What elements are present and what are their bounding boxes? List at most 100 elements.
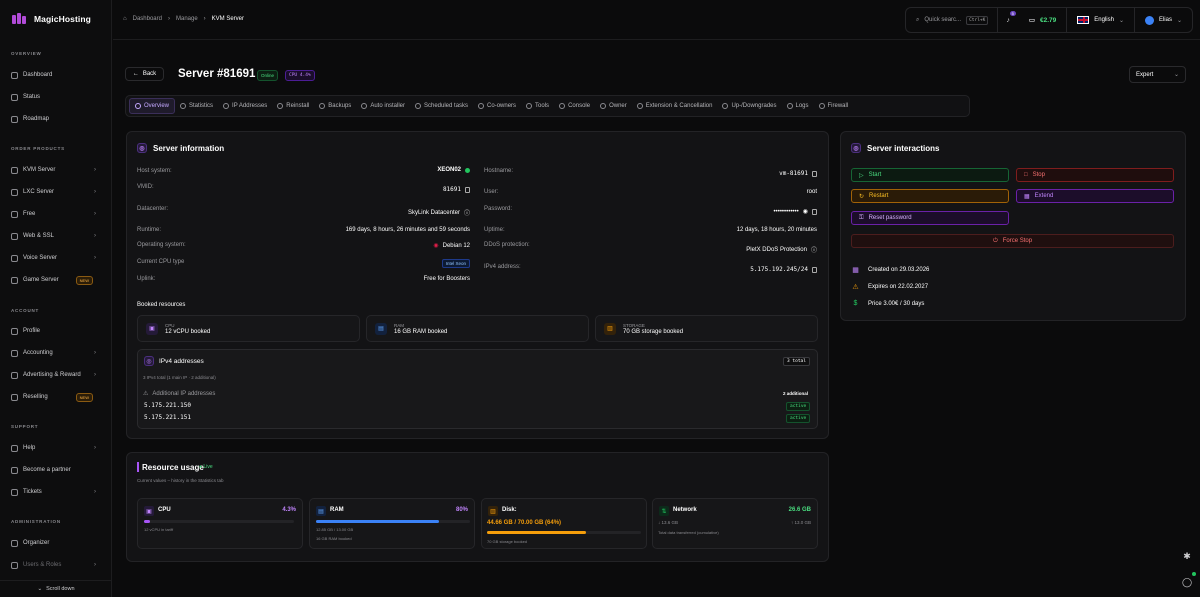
sidebar-item-label: Help [23,445,36,451]
copy-icon[interactable] [812,266,817,273]
copy-icon[interactable] [812,170,817,177]
chevron-down-icon: ⌄ [1173,72,1179,78]
sidebar-item-roadmap[interactable]: Roadmap [6,110,106,128]
tab-statistics[interactable]: Statistics [175,98,218,114]
breadcrumb-current: KVM Server [211,16,245,22]
accessibility-button[interactable]: ✱ [1180,549,1194,563]
sidebar-item-game[interactable]: Game Server NEW [6,271,106,289]
disk-icon: ▥ [488,506,498,516]
balance-value: €2.79 [1040,16,1057,24]
sidebar-item-dashboard[interactable]: Dashboard [6,66,106,84]
hostname-text: vm-81691 [779,170,808,177]
sidebar-item-profile[interactable]: Profile [6,322,106,340]
section-order: ORDER PRODUCTS [11,146,65,151]
vmid-value: 81691 [370,186,470,193]
copy-icon[interactable] [812,208,817,215]
tab-extension[interactable]: Extension & Cancellation [632,98,718,114]
scroll-down-button[interactable]: ⌄ Scroll down [0,580,112,597]
sidebar-item-partner[interactable]: Become a partner [6,461,106,479]
tab-label: Reinstall [286,103,310,109]
sidebar-item-lxc[interactable]: LXC Server › [6,183,106,201]
sidebar-item-kvm[interactable]: KVM Server › [6,161,106,179]
tab-console[interactable]: Console [554,98,595,114]
tab-backups[interactable]: Backups [314,98,356,114]
copy-icon[interactable] [465,186,470,193]
tab-logs[interactable]: Logs [782,98,814,114]
sidebar-item-web[interactable]: Web & SSL › [6,227,106,245]
usage-cpu-value: 4.3% [282,507,296,513]
ip-status-badge: active [786,414,811,423]
booked-storage: ▥ STORAGE 70 GB storage booked [595,315,818,342]
sidebar-item-label: KVM Server [23,167,56,173]
sidebar-item-voice[interactable]: Voice Server › [6,249,106,267]
notifications-button[interactable]: ♪ 5 [998,10,1019,24]
user-menu[interactable]: Elias ⌄ [1135,15,1192,25]
tab-firewall[interactable]: Firewall [814,98,854,114]
usage-cpu: ▣ CPU 4.3% 12 vCPU in tariff [137,498,303,549]
tab-tools[interactable]: Tools [521,98,554,114]
overview-icon [135,103,141,109]
storage-icon: ▥ [604,322,616,335]
sidebar-item-label: Status [23,94,41,100]
logo[interactable]: MagicHosting [12,13,91,24]
sidebar-item-advertising[interactable]: Advertising & Reward › [6,366,106,384]
chat-button[interactable]: ◯ [1180,575,1194,589]
sidebar-item-help[interactable]: Help › [6,439,106,457]
restart-button[interactable]: ↻ Restart [851,189,1009,203]
info-circle-icon[interactable]: ⓘ [464,208,470,217]
sidebar-item-tickets[interactable]: Tickets › [6,483,106,501]
sidebar-item-label: Dashboard [23,72,53,78]
extend-button[interactable]: ▦ Extend [1016,189,1174,203]
sidebar-item-organizer[interactable]: Organizer [6,534,106,552]
sidebar-item-reselling[interactable]: Reselling NEW [6,388,106,406]
info-circle-icon[interactable]: ⓘ [811,245,817,254]
tab-ip-addresses[interactable]: IP Addresses [218,98,272,114]
breadcrumb-dashboard[interactable]: Dashboard [133,16,162,22]
tab-owner[interactable]: Owner [595,98,632,114]
tab-co-owners[interactable]: Co-owners [473,98,521,114]
tab-overview[interactable]: Overview [129,98,176,114]
booked-cpu: ▣ CPU 12 vCPU booked [137,315,360,342]
uplink-value: Free for Boosters [423,276,470,282]
user-icon [600,103,607,109]
dollar-icon: $ [853,300,858,307]
tab-up-downgrades[interactable]: Up-/Downgrades [717,98,781,114]
refresh-icon [277,103,284,109]
tab-scheduled-tasks[interactable]: Scheduled tasks [410,98,473,114]
eye-icon[interactable]: ◉ [803,208,808,215]
stop-button[interactable]: □ Stop [1016,168,1174,182]
mode-select[interactable]: Expert ⌄ [1129,66,1186,83]
sidebar-item-accounting[interactable]: Accounting › [6,344,106,362]
uptime-label: Uptime: [484,227,505,233]
usage-ram: ▤ RAM 80% 12.85 GB / 13.00 GB 16 GB RAM … [309,498,475,549]
back-button[interactable]: ← Back [125,67,164,81]
reset-password-button[interactable]: ⚿ Reset password [851,211,1009,225]
vmid-label: VMID: [137,184,154,190]
page-title: Server #81691 [178,68,256,80]
usage-ram-bar [316,520,440,523]
runtime-value: 169 days, 8 hours, 26 minutes and 59 sec… [345,227,470,233]
ip-status-badge: active [786,402,811,411]
search-input[interactable]: ⌕ Quick searc... Ctrl+K [906,15,997,25]
chevron-right-icon: › [94,445,96,451]
section-overview: OVERVIEW [11,51,42,56]
usage-cpu-label: CPU [158,507,171,513]
language-select[interactable]: English ⌄ [1067,16,1134,24]
wallet-icon [11,349,18,357]
start-button[interactable]: ▷ Start [851,168,1009,182]
interactions-icon: ◎ [851,143,861,153]
sidebar-item-status[interactable]: Status [6,88,106,106]
tab-reinstall[interactable]: Reinstall [272,98,314,114]
force-stop-button[interactable]: ⏻ Force Stop [851,234,1174,248]
breadcrumb-manage[interactable]: Manage [176,16,198,22]
additional-count: 2 additional [783,391,809,396]
sidebar-item-users[interactable]: Users & Roles › [6,556,106,574]
usage-network-value: 26.6 GB [788,507,811,513]
balance[interactable]: ▭ €2.79 [1019,16,1066,25]
tab-auto-installer[interactable]: Auto installer [356,98,410,114]
restart-icon: ↻ [859,193,865,200]
organizer-icon [11,539,18,547]
usage-disk-label: Disk: [502,507,517,513]
sidebar-item-free[interactable]: Free › [6,205,106,223]
booked-storage-label: STORAGE [623,322,645,328]
